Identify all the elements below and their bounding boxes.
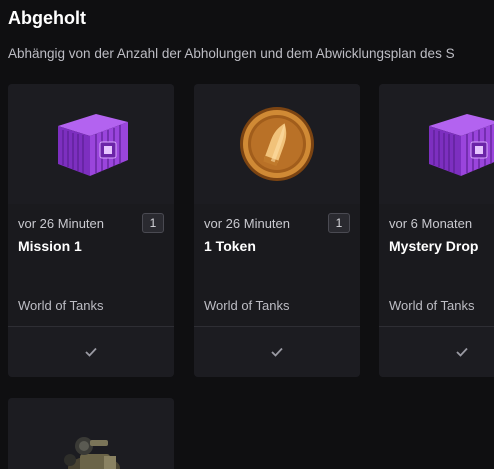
reward-card-1-token[interactable]: vor 26 Minuten 1 1 Token World of Tanks [194, 84, 360, 377]
reward-image [379, 84, 494, 204]
reward-card-vehicle-item[interactable] [8, 398, 174, 469]
game-name: World of Tanks [389, 298, 475, 313]
game-name: World of Tanks [18, 298, 104, 313]
count-badge: 1 [328, 213, 350, 233]
reward-details: vor 26 Minuten 1 Mission 1 World of Tank… [8, 204, 174, 326]
purple-container-icon [58, 114, 128, 176]
card-status-footer [8, 327, 174, 377]
claim-time: vor 26 Minuten [204, 216, 290, 231]
reward-image [8, 84, 174, 204]
page-subtitle: Abhängig von der Anzahl der Abholungen u… [8, 46, 455, 61]
reward-name: 1 Token [204, 238, 256, 254]
gold-token-icon [240, 107, 314, 181]
claimed-rewards-page: Abgeholt Abhängig von der Anzahl der Abh… [0, 0, 494, 469]
reward-card-mission-1[interactable]: vor 26 Minuten 1 Mission 1 World of Tank… [8, 84, 174, 377]
vehicle-item-icon [64, 437, 120, 469]
card-status-footer [194, 327, 360, 377]
count-badge: 1 [142, 213, 164, 233]
reward-card-mystery-drop[interactable]: vor 6 Monaten Mystery Drop World of Tank… [379, 84, 494, 377]
claim-time: vor 6 Monaten [389, 216, 473, 231]
reward-name: Mission 1 [18, 238, 82, 254]
check-icon [85, 347, 97, 357]
reward-image [194, 84, 360, 204]
page-title: Abgeholt [8, 8, 86, 28]
reward-details: vor 6 Monaten Mystery Drop World of Tank… [379, 204, 494, 326]
card-status-footer [379, 327, 494, 377]
check-icon [456, 347, 468, 357]
check-icon [271, 347, 283, 357]
purple-container-icon [429, 114, 494, 176]
reward-details: vor 26 Minuten 1 1 Token World of Tanks [194, 204, 360, 326]
reward-image [8, 398, 174, 469]
game-name: World of Tanks [204, 298, 290, 313]
reward-name: Mystery Drop [389, 238, 479, 254]
claim-time: vor 26 Minuten [18, 216, 104, 231]
